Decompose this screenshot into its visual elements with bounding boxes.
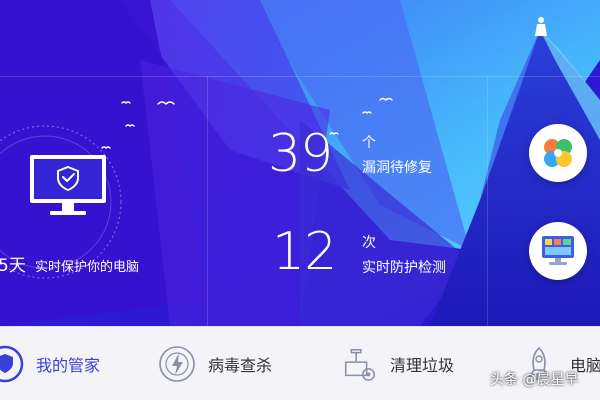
nav-label: 病毒查杀 [208,356,273,375]
computer-app-icon [542,236,574,265]
computer-app-button[interactable] [529,222,587,280]
nav-computer-boost[interactable]: 电脑 [520,327,600,400]
stats-panel-divider [0,76,600,77]
protected-computer-icon[interactable] [30,155,106,217]
shield-icon [0,345,24,383]
protection-check-unit: 次 [362,235,376,251]
watermark-text: 头条 @晨星早 [490,372,579,388]
protection-days: 5天 [0,256,26,276]
clover-app-icon [544,139,572,167]
protection-check-label[interactable]: 实时防护检测 [362,257,446,277]
protection-check-count[interactable]: 12 [272,226,337,278]
stats-divider-2 [487,76,488,326]
clover-app-button[interactable] [529,124,587,182]
nav-label: 清理垃圾 [390,356,455,375]
stats-divider-1 [207,76,208,326]
nav-virus-scan[interactable]: 病毒查杀 [158,327,272,400]
vulnerability-unit: 个 [362,135,376,151]
vulnerability-count[interactable]: 39 [268,128,333,180]
app-window: 5天 实时保护你的电脑 39 个 漏洞待修复 12 次 实时防护检测 我的管家 … [0,0,600,400]
nav-label: 我的管家 [36,356,101,375]
vulnerability-label[interactable]: 漏洞待修复 [362,157,432,177]
lightning-scan-icon [158,345,196,383]
nav-clean-junk[interactable]: 清理垃圾 [340,327,454,400]
hero-banner: 5天 实时保护你的电脑 39 个 漏洞待修复 12 次 实时防护检测 [0,0,600,326]
protection-label: 实时保护你的电脑 [35,260,140,275]
nav-my-manager[interactable]: 我的管家 [0,327,100,400]
vacuum-cleaner-icon [340,345,378,383]
